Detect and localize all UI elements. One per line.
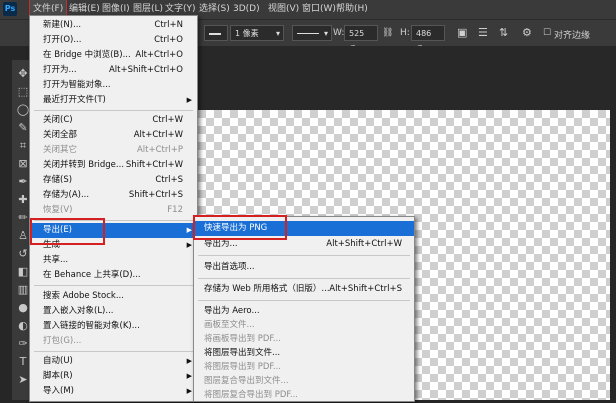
- menu-separator: [198, 255, 410, 256]
- export-item-preferences[interactable]: 导出首选项...: [194, 260, 414, 275]
- submenu-arrow-icon: ▶: [186, 241, 192, 249]
- file-menu-item-share-behance[interactable]: 在 Behance 上共享(D)...: [30, 268, 197, 283]
- export-submenu: 快速导出为 PNG 导出为... Alt+Shift+Ctrl+W 导出首选项..…: [193, 216, 415, 402]
- file-menu-item-place-linked[interactable]: 置入链接的智能对象(K)...: [30, 319, 197, 334]
- menu-help[interactable]: 帮助(H): [333, 0, 371, 19]
- menu-separator: [34, 285, 193, 286]
- path-alignment-icon[interactable]: ☰: [478, 26, 488, 39]
- menu-separator: [198, 300, 410, 301]
- align-edges-label: 对齐边缘: [554, 31, 591, 41]
- file-menu-item-share[interactable]: 共享...: [30, 253, 197, 268]
- file-menu-item-scripts[interactable]: 脚本(R) ▶: [30, 369, 197, 384]
- path-arrangement-icon[interactable]: ⇅: [499, 26, 508, 39]
- file-menu-item-package: 打包(G)...: [43, 336, 82, 346]
- file-menu-item-generate[interactable]: 生成 ▶: [30, 238, 197, 253]
- menu-select[interactable]: 选择(S): [196, 0, 233, 19]
- file-menu-dropdown: 新建(N)... Ctrl+N 打开(O)... Ctrl+O 在 Bridge 中…: [29, 15, 198, 402]
- file-menu-item-revert: 恢复(V) F12: [43, 205, 183, 215]
- file-menu-item-search-stock[interactable]: 搜索 Adobe Stock...: [30, 289, 197, 304]
- file-menu-item-close-go-bridge[interactable]: 关闭并转到 Bridge... Shift+Ctrl+W: [30, 158, 197, 173]
- width-label: W:: [333, 28, 345, 38]
- file-menu-item-export[interactable]: 导出(E) ▶: [30, 223, 197, 238]
- file-menu-item-open-smart-object[interactable]: 打开为智能对象...: [30, 78, 197, 93]
- height-input[interactable]: 486 像: [411, 25, 445, 54]
- export-item-export-as[interactable]: 导出为... Alt+Shift+Ctrl+W: [194, 237, 414, 252]
- height-label: H:: [400, 28, 410, 38]
- file-menu-item-browse-bridge[interactable]: 在 Bridge 中浏览(B)... Alt+Ctrl+O: [30, 48, 197, 63]
- menu-separator: [34, 351, 193, 352]
- submenu-arrow-icon: ▶: [186, 372, 192, 380]
- export-item-aero[interactable]: 导出为 Aero...: [194, 304, 414, 319]
- export-item-layers-pdf: 将图层导出到 PDF...: [204, 362, 282, 372]
- file-menu-item-automate[interactable]: 自动(U) ▶: [30, 354, 197, 369]
- chevron-down-icon: ▾: [275, 29, 280, 38]
- file-menu-item-save-as[interactable]: 存储为(A)... Shift+Ctrl+S: [30, 188, 197, 203]
- submenu-arrow-icon: ▶: [186, 387, 192, 395]
- export-item-layers-files[interactable]: 将图层导出到文件...: [194, 346, 414, 361]
- export-item-artboards-pdf: 将画板导出到 PDF...: [204, 334, 282, 344]
- export-item-comps-pdf: 将图层复合导出到 PDF...: [204, 390, 299, 400]
- submenu-arrow-icon: ▶: [186, 226, 192, 234]
- file-menu-item-close[interactable]: 关闭(C) Ctrl+W: [30, 113, 197, 128]
- width-input[interactable]: 525 像: [344, 25, 378, 54]
- export-item-comps-files: 图层复合导出到文件...: [204, 376, 289, 386]
- stroke-width-value: 1 像素: [235, 29, 259, 38]
- file-menu-item-recent[interactable]: 最近打开文件(T) ▶: [30, 93, 197, 108]
- stroke-type-select[interactable]: ▾: [292, 25, 332, 41]
- export-item-save-for-web[interactable]: 存储为 Web 所用格式（旧版）... Alt+Shift+Ctrl+S: [194, 282, 414, 297]
- export-item-artboards-files: 画板至文件...: [204, 320, 255, 330]
- submenu-arrow-icon: ▶: [186, 96, 192, 104]
- menu-separator: [34, 220, 193, 221]
- stroke-swatch-icon: [209, 32, 221, 35]
- file-menu-item-new[interactable]: 新建(N)... Ctrl+N: [30, 18, 197, 33]
- photoshop-logo: Ps: [3, 2, 17, 16]
- menu-3d[interactable]: 3D(D): [230, 0, 263, 19]
- submenu-arrow-icon: ▶: [186, 357, 192, 365]
- file-menu-item-save[interactable]: 存储(S) Ctrl+S: [30, 173, 197, 188]
- line-style-icon: [297, 33, 319, 34]
- file-menu-item-open-as[interactable]: 打开为... Alt+Shift+Ctrl+O: [30, 63, 197, 78]
- file-menu-item-close-all[interactable]: 关闭全部 Alt+Ctrl+W: [30, 128, 197, 143]
- path-operations-icon[interactable]: ▣: [457, 26, 467, 39]
- file-menu-item-place-embedded[interactable]: 置入嵌入对象(L)...: [30, 304, 197, 319]
- menu-view[interactable]: 视图(V): [265, 0, 302, 19]
- export-item-quick-png[interactable]: 快速导出为 PNG: [194, 221, 414, 236]
- link-dimensions-icon[interactable]: ⛓: [382, 28, 393, 38]
- menu-separator: [198, 278, 410, 279]
- menu-separator: [34, 110, 193, 111]
- stroke-width-select[interactable]: 1 像素 ▾: [230, 25, 284, 41]
- file-menu-item-close-others: 关闭其它 Alt+Ctrl+P: [43, 145, 183, 155]
- file-menu-item-open[interactable]: 打开(O)... Ctrl+O: [30, 33, 197, 48]
- stroke-color-swatch[interactable]: [204, 25, 228, 41]
- file-menu-item-import[interactable]: 导入(M) ▶: [30, 384, 197, 399]
- align-edges-checkbox[interactable]: ☐: [543, 28, 551, 38]
- settings-gear-icon[interactable]: ⚙: [522, 26, 532, 39]
- chevron-down-icon: ▾: [323, 29, 328, 38]
